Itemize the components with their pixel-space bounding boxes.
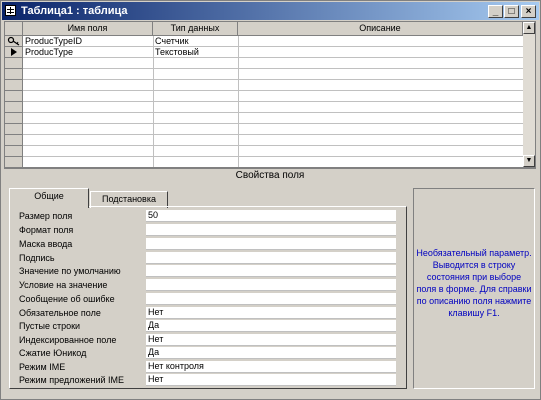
table-row[interactable] [23, 69, 523, 80]
data-type-cell[interactable]: Текстовый [153, 47, 236, 57]
property-value[interactable] [146, 252, 396, 264]
property-label: Формат поля [19, 225, 74, 235]
property-label: Условие на значение [19, 280, 108, 290]
row-selector[interactable] [5, 157, 23, 167]
property-hint-text: Необязательный параметр. Выводится в стр… [416, 248, 532, 318]
property-value[interactable] [146, 293, 396, 305]
row-selector[interactable] [5, 91, 23, 102]
close-button[interactable]: × [521, 5, 536, 18]
row-selector[interactable] [5, 69, 23, 80]
property-label: Значение по умолчанию [19, 266, 121, 276]
description-cell[interactable] [238, 47, 520, 57]
property-value[interactable] [146, 224, 396, 236]
vertical-scrollbar[interactable]: ▲ ▼ [523, 22, 535, 167]
row-selector[interactable] [5, 135, 23, 146]
table-row[interactable] [23, 146, 523, 157]
field-name-cell[interactable]: ProducType [23, 47, 151, 57]
row-selector[interactable] [5, 102, 23, 113]
table-row[interactable] [23, 102, 523, 113]
description-cell[interactable] [238, 36, 520, 46]
table-row[interactable] [23, 157, 523, 167]
property-hint-panel: Необязательный параметр. Выводится в стр… [413, 188, 535, 389]
property-label: Индексированное поле [19, 335, 117, 345]
property-label: Размер поля [19, 211, 73, 221]
minimize-button[interactable]: _ [488, 5, 503, 18]
row-selector[interactable] [5, 80, 23, 91]
property-label: Сжатие Юникод [19, 348, 87, 358]
row-selector[interactable] [5, 113, 23, 124]
select-all-corner[interactable] [5, 22, 23, 36]
row-selector[interactable] [5, 124, 23, 135]
row-selector-column [5, 36, 23, 167]
table-row[interactable]: ProducTypeID Счетчик [23, 36, 523, 47]
property-label: Обязательное поле [19, 308, 101, 318]
title-bar[interactable]: Таблица1 : таблица _ □ × [2, 2, 539, 20]
property-value[interactable]: Да [146, 347, 396, 359]
table-row[interactable] [23, 135, 523, 146]
table-row[interactable] [23, 80, 523, 91]
table-row[interactable] [23, 113, 523, 124]
row-selector[interactable] [5, 47, 23, 58]
primary-key-icon [7, 36, 20, 46]
table-design-window: Таблица1 : таблица _ □ × Имя поля Тип да… [0, 0, 541, 400]
table-icon[interactable] [5, 5, 16, 16]
scroll-down-button[interactable]: ▼ [523, 155, 535, 167]
property-label: Режим IME [19, 362, 66, 372]
property-value[interactable]: Нет [146, 334, 396, 346]
field-properties-header: Свойства поля [4, 168, 536, 183]
property-value[interactable]: Нет [146, 307, 396, 319]
table-row[interactable]: ProducType Текстовый [23, 47, 523, 58]
field-grid[interactable]: Имя поля Тип данных Описание ProducTypeI… [4, 21, 536, 168]
column-header-description[interactable]: Описание [238, 22, 523, 36]
window-title: Таблица1 : таблица [21, 5, 128, 17]
table-row[interactable] [23, 91, 523, 102]
property-label: Пустые строки [19, 321, 81, 331]
table-row[interactable] [23, 124, 523, 135]
property-label: Маска ввода [19, 239, 73, 249]
row-selector[interactable] [5, 58, 23, 69]
row-selector[interactable] [5, 36, 23, 47]
property-label: Сообщение об ошибке [19, 294, 115, 304]
property-value[interactable]: Да [146, 320, 396, 332]
field-name-cell[interactable]: ProducTypeID [23, 36, 151, 46]
property-value[interactable]: 50 [146, 210, 396, 222]
column-header-field-name[interactable]: Имя поля [23, 22, 153, 36]
column-header-data-type[interactable]: Тип данных [153, 22, 238, 36]
property-value[interactable] [146, 238, 396, 250]
maximize-button[interactable]: □ [504, 5, 519, 18]
property-value[interactable] [146, 265, 396, 277]
tab-general[interactable]: Общие [9, 188, 89, 208]
scroll-up-button[interactable]: ▲ [523, 22, 535, 34]
current-row-arrow-icon [11, 48, 17, 56]
property-label: Подпись [19, 253, 55, 263]
property-value[interactable]: Нет [146, 374, 396, 386]
row-selector[interactable] [5, 146, 23, 157]
data-type-cell[interactable]: Счетчик [153, 36, 236, 46]
property-label: Режим предложений IME [19, 375, 124, 385]
table-row[interactable] [23, 58, 523, 69]
property-value[interactable] [146, 279, 396, 291]
property-value[interactable]: Нет контроля [146, 361, 396, 373]
